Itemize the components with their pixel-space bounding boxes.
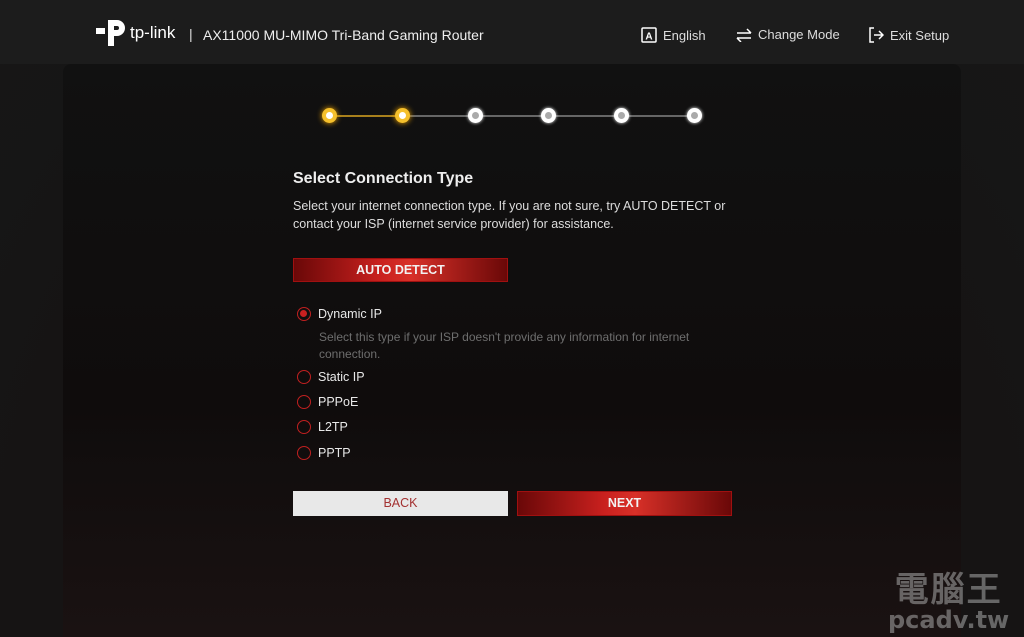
watermark-line2: pcadv.tw bbox=[888, 606, 1010, 634]
step-dot-4 bbox=[541, 108, 556, 123]
radio-l2tp[interactable]: L2TP bbox=[297, 420, 348, 434]
radio-unselected-icon bbox=[297, 420, 311, 434]
page-title: Select Connection Type bbox=[293, 170, 474, 187]
radio-label: Dynamic IP bbox=[318, 307, 382, 321]
change-mode-button[interactable]: Change Mode bbox=[736, 27, 840, 42]
auto-detect-button[interactable]: AUTO DETECT bbox=[293, 258, 508, 282]
radio-dynamic-ip[interactable]: Dynamic IP bbox=[297, 307, 382, 321]
language-label: English bbox=[663, 27, 706, 43]
step-dot-5 bbox=[614, 108, 629, 123]
watermark: 電腦王 pcadv.tw bbox=[888, 572, 1009, 632]
step-dot-3 bbox=[468, 108, 483, 123]
radio-label: L2TP bbox=[318, 420, 348, 434]
radio-selected-icon bbox=[297, 307, 311, 321]
exit-setup-label: Exit Setup bbox=[890, 27, 950, 43]
radio-pptp[interactable]: PPTP bbox=[297, 446, 351, 460]
step-dot-1 bbox=[322, 108, 337, 123]
radio-label: PPPoE bbox=[318, 395, 359, 409]
progress-line-done bbox=[330, 115, 403, 117]
language-button[interactable]: A English bbox=[641, 27, 706, 43]
dynamic-ip-hint: Select this type if your ISP doesn't pro… bbox=[319, 330, 690, 361]
brand-name: tp-link bbox=[130, 23, 176, 42]
radio-unselected-icon bbox=[297, 446, 311, 460]
swap-arrows-icon bbox=[736, 27, 752, 42]
progress-steps bbox=[322, 108, 702, 124]
change-mode-label: Change Mode bbox=[758, 27, 840, 42]
header-separator: | bbox=[189, 26, 193, 42]
page-description: Select your internet connection type. If… bbox=[293, 199, 726, 231]
svg-text:A: A bbox=[645, 32, 652, 43]
back-button[interactable]: BACK bbox=[293, 491, 508, 516]
step-dot-2 bbox=[395, 108, 410, 123]
tp-link-logo: tp-link bbox=[94, 18, 175, 48]
radio-label: Static IP bbox=[318, 370, 365, 384]
radio-label: PPTP bbox=[318, 446, 351, 460]
top-bar: tp-link | AX11000 MU-MIMO Tri-Band Gamin… bbox=[0, 0, 1024, 64]
router-model: AX11000 MU-MIMO Tri-Band Gaming Router bbox=[203, 27, 484, 43]
exit-icon bbox=[868, 27, 884, 43]
radio-unselected-icon bbox=[297, 370, 311, 384]
next-button[interactable]: NEXT bbox=[517, 491, 732, 516]
step-dot-6 bbox=[687, 108, 702, 123]
radio-pppoe[interactable]: PPPoE bbox=[297, 395, 358, 409]
watermark-line1: 電腦王 bbox=[894, 571, 1003, 609]
language-icon: A bbox=[641, 27, 657, 43]
radio-static-ip[interactable]: Static IP bbox=[297, 370, 365, 384]
radio-unselected-icon bbox=[297, 395, 311, 409]
tp-link-logo-icon bbox=[96, 20, 125, 46]
exit-setup-button[interactable]: Exit Setup bbox=[868, 27, 949, 43]
